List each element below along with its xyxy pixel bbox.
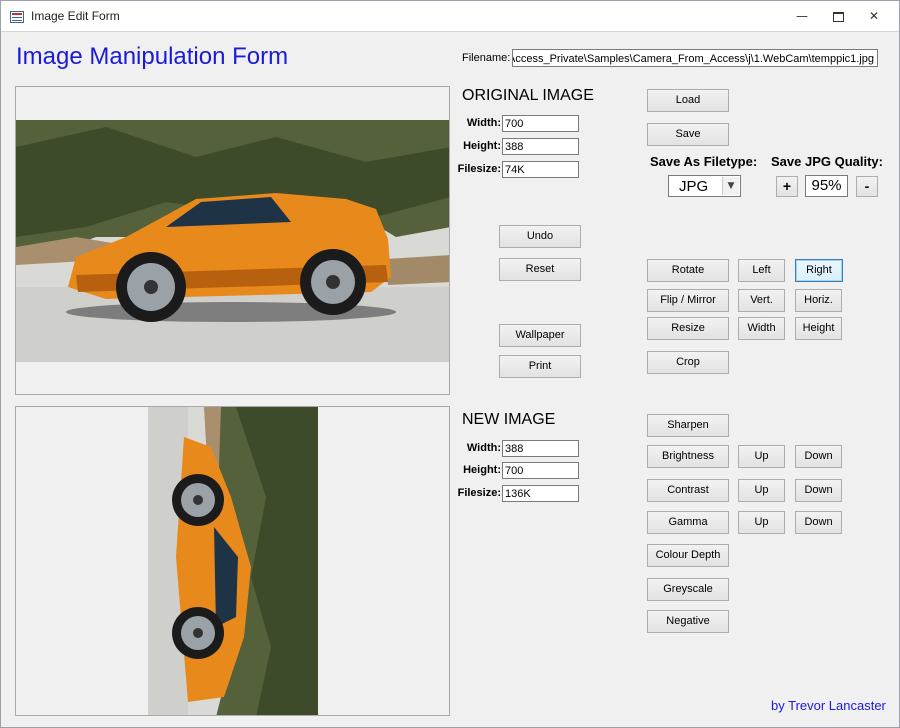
flip-horizontal-button[interactable]: Horiz.	[795, 289, 842, 312]
new-height-field[interactable]: 700	[502, 462, 579, 479]
filetype-select[interactable]: JPG ▼	[668, 175, 741, 197]
author-credit: by Trevor Lancaster	[771, 698, 886, 713]
new-height-label: Height:	[463, 464, 501, 476]
filename-value: \Access_Private\Samples\Camera_From_Acce…	[512, 53, 874, 65]
new-filesize-label: Filesize:	[457, 487, 501, 499]
jpg-quality-field[interactable]: 95%	[805, 175, 848, 197]
original-width-field[interactable]: 700	[502, 115, 579, 132]
original-image-frame	[15, 86, 450, 395]
gamma-button[interactable]: Gamma	[647, 511, 729, 534]
save-jpg-quality-label: Save JPG Quality:	[771, 154, 883, 169]
maximize-icon[interactable]	[826, 7, 850, 25]
chevron-down-icon[interactable]: ▼	[722, 177, 739, 195]
original-width-label: Width:	[466, 117, 501, 129]
rotate-right-button[interactable]: Right	[795, 259, 843, 282]
flip-mirror-button[interactable]: Flip / Mirror	[647, 289, 729, 312]
wallpaper-button[interactable]: Wallpaper	[499, 324, 581, 347]
contrast-button[interactable]: Contrast	[647, 479, 729, 502]
new-image	[148, 407, 318, 715]
new-filesize-field[interactable]: 136K	[502, 485, 579, 502]
image-edit-window: Image Edit Form — ✕ Image Manipulation F…	[0, 0, 900, 728]
resize-button[interactable]: Resize	[647, 317, 729, 340]
greyscale-button[interactable]: Greyscale	[647, 578, 729, 601]
save-as-filetype-label: Save As Filetype:	[650, 154, 758, 169]
colour-depth-button[interactable]: Colour Depth	[647, 544, 729, 567]
crop-button[interactable]: Crop	[647, 351, 729, 374]
print-button[interactable]: Print	[499, 355, 581, 378]
minimize-icon[interactable]: —	[790, 7, 814, 25]
filetype-value: JPG	[679, 178, 709, 195]
new-image-frame	[15, 406, 450, 716]
contrast-up-button[interactable]: Up	[738, 479, 785, 502]
original-height-label: Height:	[463, 140, 501, 152]
window-title: Image Edit Form	[31, 9, 120, 23]
contrast-down-button[interactable]: Down	[795, 479, 842, 502]
original-filesize-label: Filesize:	[457, 163, 501, 175]
reset-button[interactable]: Reset	[499, 258, 581, 281]
original-image	[16, 120, 449, 362]
filename-label: Filename:	[462, 52, 511, 64]
load-button[interactable]: Load	[647, 89, 729, 112]
new-image-heading: NEW IMAGE	[462, 411, 556, 428]
sharpen-button[interactable]: Sharpen	[647, 414, 729, 437]
gamma-up-button[interactable]: Up	[738, 511, 785, 534]
resize-height-button[interactable]: Height	[795, 317, 842, 340]
original-image-heading: ORIGINAL IMAGE	[462, 87, 594, 104]
brightness-down-button[interactable]: Down	[795, 445, 842, 468]
rotate-left-button[interactable]: Left	[738, 259, 785, 282]
close-icon[interactable]: ✕	[862, 7, 886, 25]
quality-decrease-button[interactable]: -	[856, 176, 878, 197]
quality-increase-button[interactable]: +	[776, 176, 798, 197]
original-height-field[interactable]: 388	[502, 138, 579, 155]
new-width-label: Width:	[466, 442, 501, 454]
title-bar: Image Edit Form — ✕	[1, 1, 899, 32]
filename-field[interactable]: \Access_Private\Samples\Camera_From_Acce…	[512, 49, 878, 67]
new-width-field[interactable]: 388	[502, 440, 579, 457]
brightness-up-button[interactable]: Up	[738, 445, 785, 468]
undo-button[interactable]: Undo	[499, 225, 581, 248]
negative-button[interactable]: Negative	[647, 610, 729, 633]
form-icon	[10, 11, 24, 23]
rotate-button[interactable]: Rotate	[647, 259, 729, 282]
brightness-button[interactable]: Brightness	[647, 445, 729, 468]
resize-width-button[interactable]: Width	[738, 317, 785, 340]
gamma-down-button[interactable]: Down	[795, 511, 842, 534]
flip-vertical-button[interactable]: Vert.	[738, 289, 785, 312]
original-filesize-field[interactable]: 74K	[502, 161, 579, 178]
save-button[interactable]: Save	[647, 123, 729, 146]
form-title: Image Manipulation Form	[16, 43, 289, 70]
